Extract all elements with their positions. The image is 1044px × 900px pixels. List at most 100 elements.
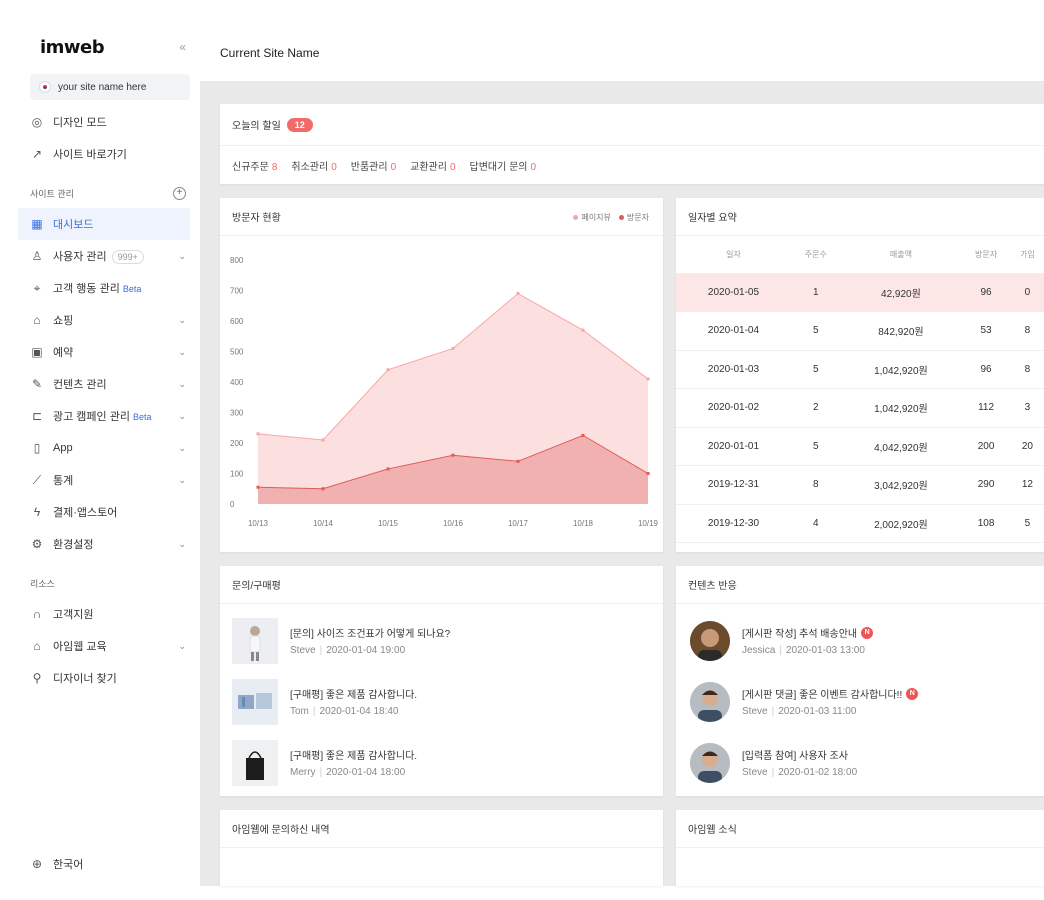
chevron-down-icon: ⌄ [178,410,186,421]
imweb-logo[interactable]: imweb [40,37,105,58]
list-item[interactable]: [게시판 작성] 추석 배송안내 N Jessica | 2020-01-03 13:… [676,610,1044,671]
sidebar-item-customer-behavior[interactable]: ⌖ 고객 행동 관리 Beta [18,272,200,304]
sidebar-item-payment[interactable]: ϟ 결제·앱스토어 [18,496,200,528]
beta-badge: Beta [132,412,152,422]
data-point [451,453,455,457]
sidebar-item-ad-campaign[interactable]: ⊏ 광고 캠페인 관리 Beta ⌄ [18,400,200,432]
table-row[interactable]: 2020-01-02 2 1,042,920원 112 3 [676,388,1044,428]
product-thumbnail [232,617,278,664]
visitors-chart: 0 100 200 300 400 500 600 700 800 10/13 10/14 10/15… [230,256,659,528]
dashboard-icon: ▦ [31,217,43,231]
sidebar-item-users[interactable]: ♙ 사용자 관리 999+ ⌄ [18,240,200,272]
graduation-icon: ⌂ [33,639,41,653]
y-tick-label: 600 [230,317,244,326]
chevron-down-icon: ⌄ [178,442,186,453]
x-tick-label: 10/16 [443,519,464,528]
table-row[interactable]: 2020-01-03 5 1,042,920원 96 8 [676,350,1044,389]
sidebar-item-shopping[interactable]: ⌂ 쇼핑 ⌄ [18,304,200,336]
list-item[interactable]: [문의] 사이즈 조건표가 어떻게 되나요? Steve | 2020-01-04 … [220,610,663,671]
x-tick-label: 10/15 [378,519,399,528]
data-point [646,472,650,475]
section-site-management: 사이트 관리 + [18,178,200,208]
site-selector[interactable]: your site name here [30,74,190,100]
data-point [386,467,390,471]
todo-stat-return[interactable]: 반품관리 0 [351,158,396,173]
imweb-news-title: 아임웹 소식 [676,810,1044,848]
sidebar-item-design-mode[interactable]: ◎ 디자인 모드 [18,106,200,138]
sidebar-item-support[interactable]: ∩ 고객지원 [18,598,200,630]
section-resources: 리소스 [30,578,55,589]
list-item[interactable]: [구매평] 좋은 제품 감사합니다. Tom | 2020-01-04 18:40 [220,671,663,732]
avatar [690,742,730,783]
target-icon: ⌖ [33,280,41,295]
user-avatar-image [690,620,730,661]
chevron-down-icon: ⌄ [178,474,186,485]
data-point [581,328,585,332]
collapse-sidebar-icon[interactable]: « [179,40,186,54]
user-avatar-image [690,742,730,783]
language-selector[interactable]: ⊕ 한국어 [18,848,97,880]
x-tick-label: 10/14 [313,519,334,528]
x-tick-label: 10/18 [573,519,594,528]
add-site-icon[interactable]: + [173,186,186,200]
inquiries-card: 문의/구매평 [문의] 사이즈 조건표가 어떻게 되나요? Steve | 2020… [220,566,663,796]
data-point [646,377,650,381]
table-row[interactable]: 2019-12-30 4 2,002,920원 108 5 [676,504,1044,543]
table-row[interactable]: 2020-01-01 5 4,042,920원 200 20 [676,427,1044,466]
data-point [516,292,520,296]
table-row[interactable]: 2019-12-31 8 3,042,920원 290 12 [676,465,1044,505]
sidebar-item-visit-site[interactable]: ↗ 사이트 바로가기 [18,138,200,170]
chart-legend: 페이지뷰 방문자 [573,212,649,223]
product-thumbnail [232,739,278,786]
headset-icon: ∩ [32,607,42,621]
sidebar-item-stats[interactable]: ⟋ 통계 ⌄ [18,464,200,496]
imweb-news-card: 아임웹 소식 [676,810,1044,886]
sidebar-item-dashboard[interactable]: ▦ 대시보드 [18,208,190,240]
inquiries-title: 문의/구매평 [220,566,663,604]
topbar: Current Site Name [200,24,1044,82]
chevron-down-icon: ⌄ [178,250,186,261]
table-row[interactable]: 2020-01-05 1 42,920원 96 0 [676,273,1044,312]
col-visitors: 방문자 [961,236,1011,274]
todo-header: 오늘의 할일 12 [220,104,1044,146]
sidebar-item-education[interactable]: ⌂ 아임웹 교육 ⌄ [18,630,200,662]
y-tick-label: 700 [230,287,244,296]
legend-visitor: 방문자 [618,212,649,223]
imweb-inquiries-card: 아임웹에 문의하신 내역 [220,810,663,886]
shopping-bag-icon: ⌂ [33,313,41,327]
table-row[interactable]: 2020-01-04 5 842,920원 53 8 [676,311,1044,351]
todo-stat-new-orders[interactable]: 신규주문 8 [232,158,277,173]
sidebar-item-find-designer[interactable]: ⚲ 디자이너 찾기 [18,662,200,694]
y-tick-label: 500 [230,348,244,357]
sidebar-item-reservation[interactable]: ▣ 예약 ⌄ [18,336,200,368]
chevron-down-icon: ⌄ [178,538,186,549]
list-item[interactable]: [구매평] 좋은 제품 감사합니다. Merry | 2020-01-04 18:0… [220,732,663,793]
list-item[interactable]: [게시판 댓글] 좋은 이벤트 감사합니다!! N Steve | 2020-01-0… [676,671,1044,732]
data-point [386,368,390,372]
todo-stat-cancel[interactable]: 취소관리 0 [291,158,336,173]
sidebar-item-settings[interactable]: ⚙ 환경설정 ⌄ [18,528,200,560]
data-point [581,433,585,437]
legend-visitor-dot [618,215,624,221]
todo-card: 오늘의 할일 12 신규주문 8 취소관리 0 반품관리 0 교환관리 0 답변대기 문… [220,104,1044,184]
korea-flag-icon [39,81,51,93]
imweb-inquiries-title: 아임웹에 문의하신 내역 [220,810,663,848]
sidebar-item-app[interactable]: ▯ App ⌄ [18,432,200,464]
daily-table: 일자 주문수 매출액 방문자 가입 2020-01-05 1 42,920원 96 0 … [676,236,1044,543]
globe-icon: ⊕ [31,857,43,871]
y-tick-label: 100 [230,470,244,479]
x-tick-label: 10/19 [638,519,659,528]
y-tick-label: 200 [230,439,244,448]
todo-stat-exchange[interactable]: 교환관리 0 [410,158,455,173]
todo-stat-pending-inquiry[interactable]: 답변대기 문의 0 [470,158,537,173]
y-tick-label: 0 [230,500,235,509]
calendar-icon: ▣ [31,345,43,359]
col-orders: 주문수 [790,236,841,274]
data-point [451,346,455,350]
new-badge: N [861,626,874,639]
daily-header-row: 일자 주문수 매출액 방문자 가입 [676,236,1044,274]
sidebar-item-contents[interactable]: ✎ 컨텐츠 관리 ⌄ [18,368,200,400]
user-avatar-image [690,681,730,722]
x-tick-label: 10/17 [508,519,529,528]
list-item[interactable]: [입력폼 참여] 사용자 조사 Steve | 2020-01-02 18:00 [676,732,1044,793]
